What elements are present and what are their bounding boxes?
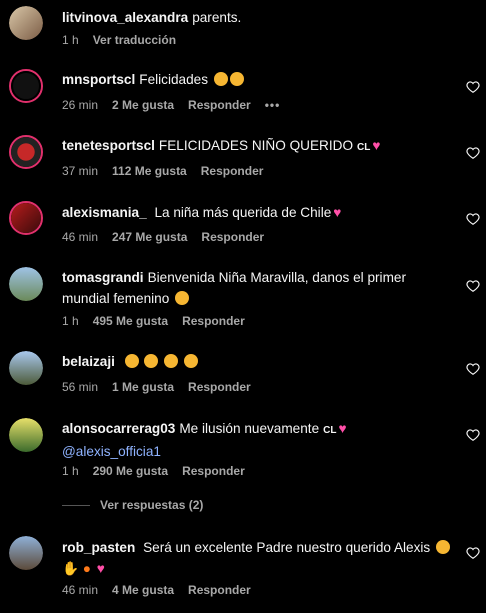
reply-button[interactable]: Responder [201, 230, 264, 244]
comment-time: 56 min [62, 380, 99, 394]
pink-heart-emoji: ♥ [333, 205, 342, 220]
comment-text: Será un excelente Padre nuestro querido … [143, 540, 431, 555]
reply-button[interactable]: Responder [188, 98, 251, 112]
likes-count[interactable]: 2 Me gusta [112, 98, 174, 112]
avatar[interactable] [9, 351, 43, 385]
reply-button[interactable]: Responder [201, 164, 264, 178]
comment-username[interactable]: mnsportscl [62, 72, 135, 87]
smiling-face-with-hearts-emoji [213, 72, 228, 86]
comment-time: 1 h [62, 33, 79, 47]
reply-button[interactable]: Responder [182, 314, 245, 328]
comment-text: Me ilusión nuevamente [179, 421, 320, 436]
comment-text: Felicidades [139, 72, 209, 87]
pink-heart-emoji: ♥ [96, 561, 105, 576]
comment-time: 46 min [62, 230, 99, 244]
fire-emoji: ● [82, 561, 91, 576]
heart-eyes-emoji [175, 291, 190, 305]
likes-count[interactable]: 112 Me gusta [112, 164, 187, 178]
heart-eyes-emoji [164, 354, 179, 368]
likes-count[interactable]: 247 Me gusta [112, 230, 187, 244]
likes-count[interactable]: 4 Me gusta [112, 583, 174, 597]
likes-count[interactable]: 290 Me gusta [93, 464, 168, 478]
heart-eyes-emoji [184, 354, 199, 368]
replies-divider [62, 504, 90, 506]
view-replies-label: Ver respuestas (2) [100, 498, 204, 512]
comment-time: 26 min [62, 98, 99, 112]
avatar[interactable] [9, 418, 43, 452]
comment-text: La niña más querida de Chile [154, 205, 332, 220]
comment-text: parents. [192, 10, 242, 25]
view-replies-button[interactable]: Ver respuestas (2) [62, 498, 203, 512]
reply-button[interactable]: Responder [188, 380, 251, 394]
chile-flag-emoji: CL [323, 425, 337, 436]
reply-button[interactable]: Responder [182, 464, 245, 478]
like-heart-icon[interactable] [466, 362, 480, 376]
comment-username[interactable]: belaizaji [62, 354, 115, 369]
comment-time: 1 h [62, 314, 79, 328]
avatar[interactable] [9, 135, 43, 169]
translate-link[interactable]: Ver traducción [93, 33, 176, 47]
comment-time: 46 min [62, 583, 99, 597]
comment-username[interactable]: litvinova_alexandra [62, 10, 188, 25]
reply-button[interactable]: Responder [188, 583, 251, 597]
avatar[interactable] [9, 69, 43, 103]
raising-hands-emoji: ✋ [62, 561, 79, 576]
likes-count[interactable]: 495 Me gusta [93, 314, 168, 328]
heart-eyes-emoji [436, 540, 451, 554]
likes-count[interactable]: 1 Me gusta [112, 380, 174, 394]
like-heart-icon[interactable] [466, 146, 480, 160]
like-heart-icon[interactable] [466, 279, 480, 293]
pink-heart-emoji: ♥ [372, 138, 381, 153]
mention-link[interactable]: @alexis_officia1 [62, 444, 161, 459]
comment-username[interactable]: rob_pasten [62, 540, 135, 555]
more-options-icon[interactable]: ••• [265, 98, 281, 112]
heart-eyes-emoji [144, 354, 159, 368]
comment-username[interactable]: alexismania_ [62, 205, 147, 220]
comment-text: FELICIDADES NIÑO QUERIDO [158, 138, 354, 153]
comment-username[interactable]: alonsocarrerag03 [62, 421, 175, 436]
like-heart-icon[interactable] [466, 428, 480, 442]
avatar[interactable] [9, 201, 43, 235]
comment-username[interactable]: tomasgrandi [62, 270, 144, 285]
comment-time: 1 h [62, 464, 79, 478]
avatar[interactable] [9, 267, 43, 301]
avatar[interactable] [9, 536, 43, 570]
like-heart-icon[interactable] [466, 212, 480, 226]
like-heart-icon[interactable] [466, 80, 480, 94]
comment-username[interactable]: tenetesportscl [62, 138, 155, 153]
avatar[interactable] [9, 6, 43, 40]
like-heart-icon[interactable] [466, 546, 480, 560]
chile-flag-emoji: CL [357, 142, 371, 153]
heart-eyes-emoji [124, 354, 139, 368]
heart-eyes-emoji [229, 72, 244, 86]
pink-heart-emoji: ♥ [338, 421, 347, 436]
comment-time: 37 min [62, 164, 99, 178]
